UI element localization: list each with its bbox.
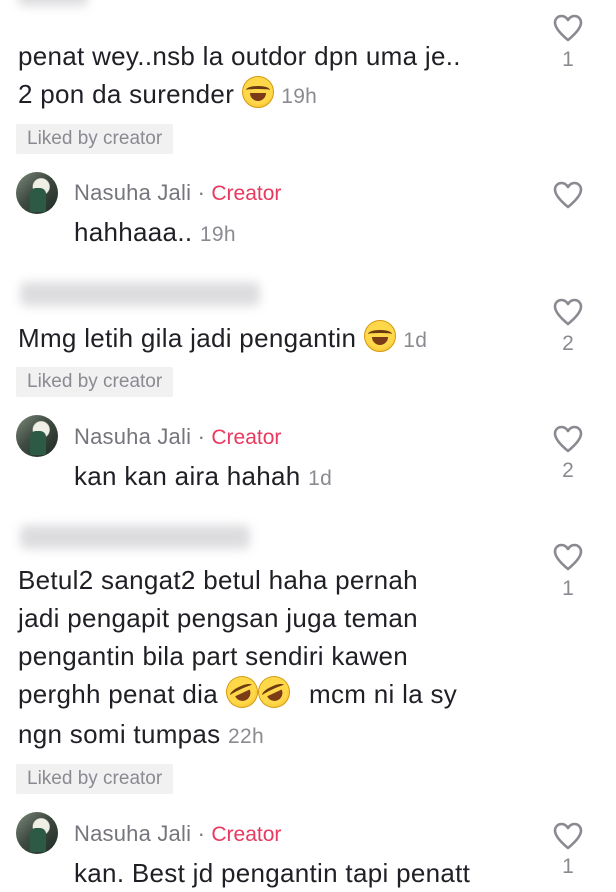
laughing-emoji-icon xyxy=(241,76,274,108)
liked-by-creator-badge: Liked by creator xyxy=(16,367,174,397)
creator-badge: Creator xyxy=(211,823,282,846)
like-count: 1 xyxy=(562,577,574,600)
like-count: 1 xyxy=(562,855,574,878)
avatar[interactable] xyxy=(16,812,58,854)
comment-text: 2 pon da surender 19h xyxy=(18,76,317,115)
heart-icon[interactable] xyxy=(553,543,583,571)
comment-text-segment: mcm ni la sy xyxy=(309,679,458,709)
creator-badge: Creator xyxy=(211,426,282,449)
rolling-laughing-emoji-icon xyxy=(252,670,295,714)
avatar[interactable] xyxy=(16,172,58,214)
reply-text-content: hahhaaa.. xyxy=(74,217,193,247)
comment-timestamp: 1d xyxy=(308,467,333,490)
liked-by-creator-badge: Liked by creator xyxy=(16,764,174,794)
reply-text-content: kan kan aira hahah xyxy=(74,461,301,491)
like-count: 2 xyxy=(562,332,574,355)
separator-dot: · xyxy=(197,424,205,449)
blurred-username xyxy=(20,525,250,549)
like-count: 2 xyxy=(562,459,574,482)
author-name[interactable]: Nasuha Jali xyxy=(74,180,191,205)
avatar[interactable] xyxy=(16,415,58,457)
reply-text: kan. Best jd pengantin tapi penatt xyxy=(74,858,471,888)
heart-icon[interactable] xyxy=(553,181,583,209)
comment-text-line: 2 pon da surender xyxy=(18,79,235,109)
rolling-laughing-emoji-icon xyxy=(220,670,263,714)
heart-icon[interactable] xyxy=(553,298,583,326)
like-count: 1 xyxy=(562,48,574,71)
reply-author-row: Nasuha Jali · Creator xyxy=(74,180,281,206)
laughing-emoji-icon xyxy=(363,320,396,352)
comment-text-line: Betul2 sangat2 betul haha pernah xyxy=(18,565,418,595)
comment-timestamp: 22h xyxy=(228,725,264,748)
blurred-username xyxy=(20,282,260,306)
comment-text-line: ngn somi tumpas 22h xyxy=(18,716,264,755)
comment-text-segment: ngn somi tumpas xyxy=(18,719,221,749)
comment-text-content: Mmg letih gila jadi pengantin xyxy=(18,323,357,353)
author-name[interactable]: Nasuha Jali xyxy=(74,424,191,449)
heart-icon[interactable] xyxy=(553,14,583,42)
comment-text-segment: perghh penat dia xyxy=(18,679,218,709)
comment-timestamp: 19h xyxy=(281,85,318,108)
heart-icon[interactable] xyxy=(553,425,583,453)
author-name[interactable]: Nasuha Jali xyxy=(74,821,191,846)
blurred-username xyxy=(18,0,88,6)
reply-text: hahhaaa.. 19h xyxy=(74,214,236,253)
comment-timestamp: 19h xyxy=(199,223,236,246)
liked-by-creator-badge: Liked by creator xyxy=(16,124,174,154)
reply-text: kan kan aira hahah 1d xyxy=(74,458,332,497)
creator-badge: Creator xyxy=(211,182,282,205)
heart-icon[interactable] xyxy=(553,822,583,850)
comment-text-line: perghh penat dia mcm ni la sy xyxy=(18,670,458,714)
comment-text: Mmg letih gila jadi pengantin 1d xyxy=(18,320,427,359)
separator-dot: · xyxy=(197,821,205,846)
comment-text-line: pengantin bila part sendiri kawen xyxy=(18,641,409,671)
separator-dot: · xyxy=(197,180,205,205)
comment-timestamp: 1d xyxy=(403,329,428,352)
comment-text-line: jadi pengapit pengsan juga teman xyxy=(18,603,418,633)
reply-author-row: Nasuha Jali · Creator xyxy=(74,821,281,847)
reply-author-row: Nasuha Jali · Creator xyxy=(74,424,281,450)
comment-text: penat wey..nsb la outdor dpn uma je.. xyxy=(18,41,461,71)
